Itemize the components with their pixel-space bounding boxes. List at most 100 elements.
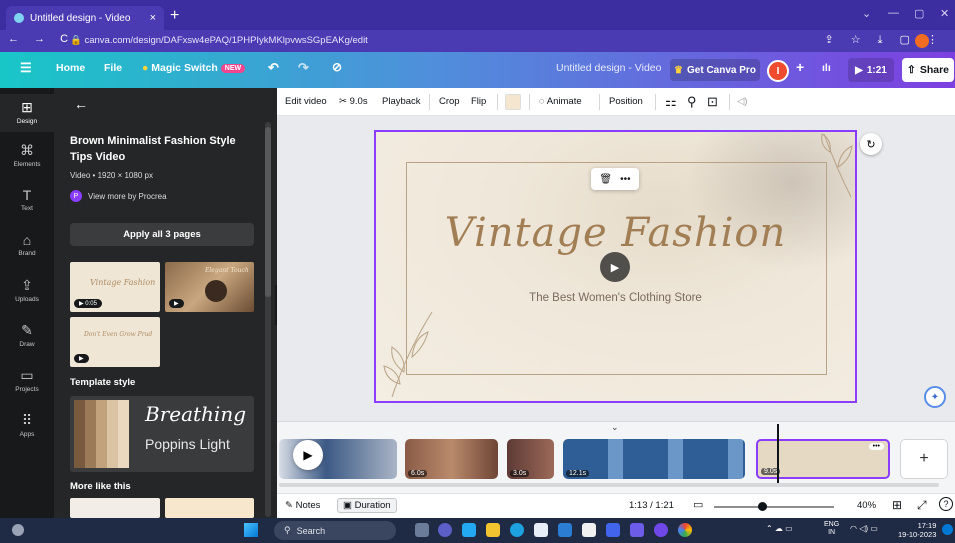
timeline-scrollbar[interactable] <box>279 483 939 487</box>
get-canva-pro-button[interactable]: ♛ Get Canva Pro <box>670 59 760 81</box>
video-subtitle-text[interactable]: The Best Women's Clothing Store <box>376 292 855 304</box>
add-page-button[interactable]: + <box>900 439 948 479</box>
split-button[interactable]: ✂ 9.0s <box>339 96 368 107</box>
share-button[interactable]: ⇧ Share <box>902 58 954 82</box>
insights-icon[interactable]: ılı <box>822 62 831 74</box>
notepad-icon[interactable] <box>582 523 596 537</box>
browser-tab[interactable]: Untitled design - Video × <box>6 6 164 30</box>
rail-item-projects[interactable]: ▭ Projects <box>0 367 54 393</box>
timeline-clip[interactable]: 6.0s <box>405 439 498 479</box>
chat-icon[interactable] <box>438 523 452 537</box>
animate-button[interactable]: ◌ Animate <box>539 96 582 107</box>
notification-icon[interactable] <box>942 524 953 535</box>
present-button[interactable]: ▶ 1:21 <box>848 58 894 82</box>
timeline-play-button[interactable]: ▶ <box>293 440 323 470</box>
back-arrow-icon[interactable]: ← <box>74 96 88 112</box>
grid-view-icon[interactable]: ⊞ <box>892 498 902 512</box>
lock-icon[interactable]: ⊡ <box>707 94 718 110</box>
edge-icon[interactable] <box>510 523 524 537</box>
canva-app-icon[interactable] <box>606 523 620 537</box>
refresh-icon[interactable]: ↻ <box>860 133 882 155</box>
cloud-sync-icon[interactable]: ⊘ <box>332 60 342 74</box>
video-title-text[interactable]: Vintage Fashion <box>376 210 855 256</box>
office-icon[interactable] <box>558 523 572 537</box>
store-icon[interactable] <box>534 523 548 537</box>
home-link[interactable]: Home <box>56 62 85 74</box>
help-icon[interactable]: ? <box>939 497 953 511</box>
magic-switch-button[interactable]: ● Magic Switch NEW <box>142 62 246 74</box>
design-page[interactable]: Vintage Fashion The Best Women's Clothin… <box>374 130 857 403</box>
clip-more-icon[interactable]: ••• <box>868 443 884 450</box>
maximize-button[interactable]: ▢ <box>914 7 924 20</box>
user-avatar[interactable]: I <box>767 60 789 82</box>
position-button[interactable]: Position <box>609 96 643 107</box>
rail-item-text[interactable]: T Text <box>0 187 54 212</box>
zoom-level[interactable]: 40% <box>857 500 876 511</box>
browser-profile-avatar[interactable] <box>915 34 929 48</box>
edit-video-button[interactable]: Edit video <box>285 96 327 107</box>
redo-icon[interactable]: ↷ <box>298 60 309 76</box>
clock[interactable]: 17:19 19-10-2023 <box>898 521 936 539</box>
similar-template-thumb[interactable] <box>70 498 160 518</box>
fullscreen-icon[interactable]: ⤢ <box>917 498 927 513</box>
tab-close-icon[interactable]: × <box>150 12 156 24</box>
app-icon[interactable] <box>630 523 644 537</box>
rail-item-elements[interactable]: ⌘ Elements <box>0 142 54 168</box>
timeline-clip[interactable]: 12.1s <box>563 439 745 479</box>
flip-button[interactable]: Flip <box>471 96 486 107</box>
template-page-thumb[interactable]: Elegant Touch ▶ <box>165 262 254 312</box>
taskbar-search[interactable]: ⚲ Search <box>274 521 396 540</box>
volume-icon[interactable]: ◁) <box>737 96 747 107</box>
browser-nav-buttons[interactable]: ← → C <box>8 33 74 45</box>
timeline-playhead[interactable] <box>777 424 779 484</box>
chrome-icon[interactable] <box>678 523 692 537</box>
magic-assistant-icon[interactable]: ✦ <box>924 386 946 408</box>
canvas-play-button[interactable]: ▶ <box>600 252 630 282</box>
minimize-button[interactable]: — <box>888 7 899 19</box>
zoom-slider-track[interactable] <box>714 506 834 508</box>
new-tab-button[interactable]: + <box>170 7 179 25</box>
transparency-icon[interactable]: ⚏ <box>665 94 677 110</box>
menu-icon[interactable]: ☰ <box>20 60 32 76</box>
timeline-clip[interactable]: 3.0s <box>507 439 554 479</box>
rail-item-uploads[interactable]: ⇪ Uploads <box>0 277 54 303</box>
vscode-icon[interactable] <box>462 523 476 537</box>
close-window-button[interactable]: ✕ <box>940 7 949 20</box>
link-icon[interactable]: ⚲ <box>687 94 697 110</box>
add-collaborator-icon[interactable]: + <box>796 59 804 75</box>
rail-item-design[interactable]: ⊞ Design <box>0 94 54 132</box>
delete-icon[interactable]: 🗑 <box>599 174 612 185</box>
file-menu[interactable]: File <box>104 62 122 74</box>
rail-item-draw[interactable]: ✎ Draw <box>0 322 54 348</box>
expand-timeline-icon[interactable]: ⌄ <box>611 422 619 433</box>
tab-search-icon[interactable]: ⌄ <box>862 7 871 20</box>
rail-item-brand[interactable]: ⌂ Brand <box>0 232 54 257</box>
more-options-icon[interactable]: ••• <box>620 174 631 185</box>
media-app-icon[interactable] <box>654 523 668 537</box>
panel-scrollbar[interactable] <box>265 122 271 517</box>
url-field[interactable]: 🔒 canva.com/design/DAFxsw4ePAQ/1PHPIykMK… <box>70 33 830 49</box>
rail-item-apps[interactable]: ⠿ Apps <box>0 412 54 438</box>
apply-all-pages-button[interactable]: Apply all 3 pages <box>70 223 254 246</box>
duration-button[interactable]: ▣ Duration <box>337 498 397 513</box>
playback-button[interactable]: Playback <box>382 96 421 107</box>
language-indicator[interactable]: ENG IN <box>824 521 839 537</box>
tray-icons[interactable]: ⌃ ☁ ▭ <box>766 524 793 533</box>
windows-start-icon[interactable] <box>244 523 258 537</box>
template-style-card[interactable]: Breathing Poppins Light <box>70 396 254 472</box>
notes-button[interactable]: ✎ Notes <box>285 500 320 511</box>
timeline-view-icon[interactable]: ▭ <box>693 498 703 511</box>
undo-icon[interactable]: ↶ <box>268 60 279 76</box>
template-page-thumb[interactable]: Vintage Fashion ▶ 0:05 <box>70 262 160 312</box>
template-page-thumb[interactable]: Don't Even Grow Prud ▶ <box>70 317 160 367</box>
zoom-slider-knob[interactable] <box>758 502 767 511</box>
wifi-sound-battery-icons[interactable]: ◠ ◁) ▭ <box>850 524 878 533</box>
task-view-icon[interactable] <box>415 523 429 537</box>
weather-icon[interactable] <box>12 524 24 536</box>
similar-template-thumb[interactable] <box>165 498 254 518</box>
crop-button[interactable]: Crop <box>439 96 460 107</box>
view-more-author-link[interactable]: P View more by Procrea <box>70 190 167 202</box>
document-title[interactable]: Untitled design - Video <box>556 62 661 74</box>
file-explorer-icon[interactable] <box>486 523 500 537</box>
color-picker-swatch[interactable] <box>505 94 521 110</box>
